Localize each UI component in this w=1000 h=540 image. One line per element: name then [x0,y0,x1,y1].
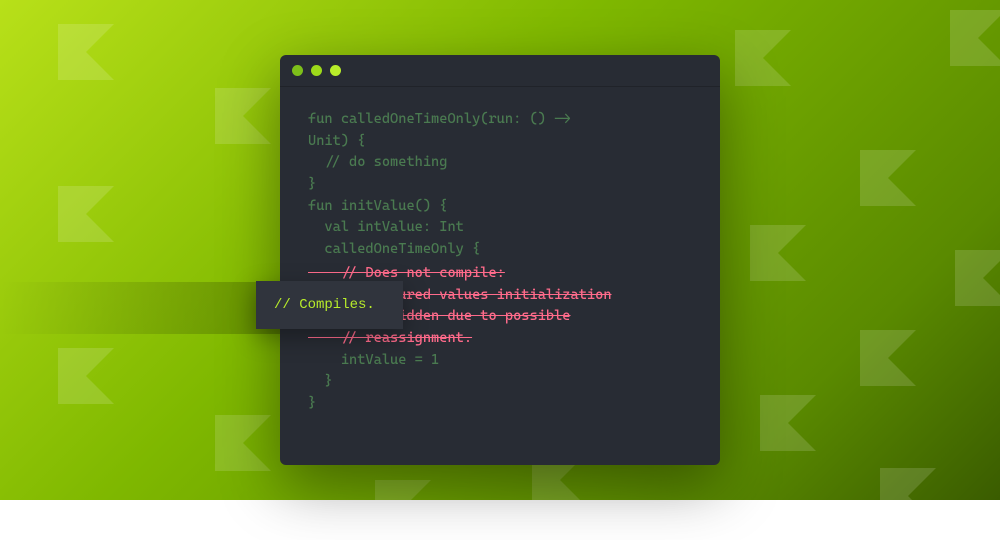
kotlin-logo-icon [750,225,806,281]
kotlin-logo-icon [760,395,816,451]
kotlin-logo-icon [375,480,431,536]
code-line: intValue = 1 [308,350,692,372]
kotlin-logo-icon [215,88,271,144]
compiles-text: // Compiles. [274,297,375,313]
kotlin-logo-icon [58,348,114,404]
code-line: // do something [308,152,692,174]
code-line: Unit) { [308,131,692,153]
kotlin-logo-icon [58,186,114,242]
kotlin-logo-icon [880,468,936,524]
kotlin-logo-icon [955,250,1000,306]
kotlin-logo-icon [215,415,271,471]
window-control-minimize-icon[interactable] [311,65,322,76]
code-line: } [308,174,692,196]
code-line: } [308,371,692,393]
kotlin-logo-icon [735,30,791,86]
kotlin-logo-icon [860,330,916,386]
code-line: } [308,393,692,415]
terminal-window: fun calledOneTimeOnly(run: () -> Unit) {… [280,55,720,465]
kotlin-logo-icon [860,150,916,206]
terminal-titlebar [280,55,720,87]
code-line: calledOneTimeOnly { [308,239,692,261]
compiles-callout: // Compiles. [256,281,403,329]
code-line: fun calledOneTimeOnly(run: () -> [308,109,692,131]
kotlin-logo-icon [950,10,1000,66]
code-line: val intValue: Int [308,217,692,239]
terminal-body: fun calledOneTimeOnly(run: () -> Unit) {… [280,87,720,437]
code-line: fun initValue() { [308,196,692,218]
window-control-close-icon[interactable] [292,65,303,76]
error-line: // reassignment. [308,328,692,350]
window-control-zoom-icon[interactable] [330,65,341,76]
kotlin-logo-icon [58,24,114,80]
